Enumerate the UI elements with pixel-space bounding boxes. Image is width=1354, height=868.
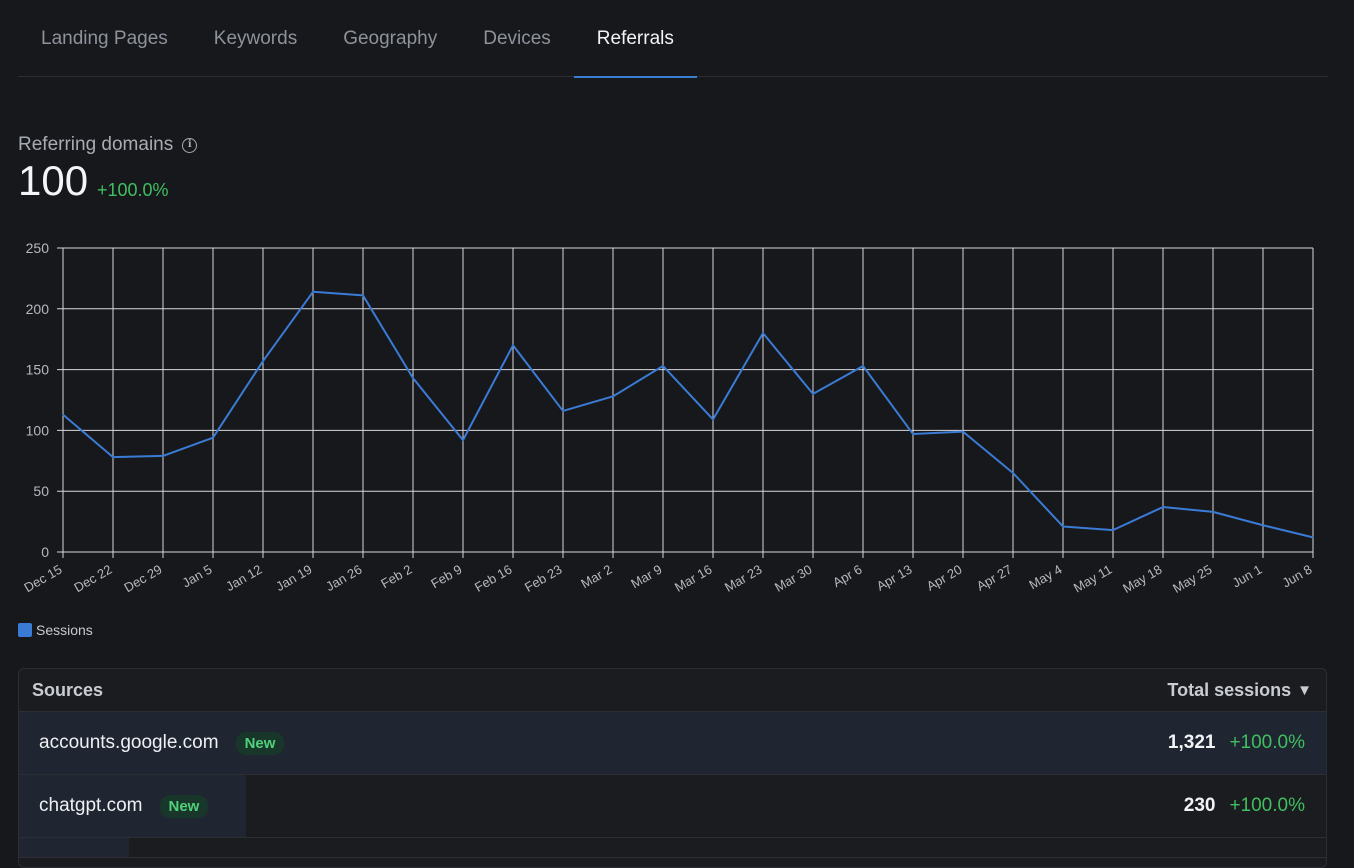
data-point — [312, 291, 314, 293]
y-tick-label: 100 — [26, 422, 50, 438]
source-name: accounts.google.com — [39, 732, 219, 753]
session-change: +100.0% — [1229, 795, 1305, 816]
data-point — [612, 395, 614, 397]
y-tick-label: 0 — [41, 544, 49, 560]
y-tick-label: 250 — [26, 240, 50, 256]
data-point — [912, 433, 914, 435]
y-tick-label: 200 — [26, 301, 50, 317]
column-header-sources: Sources — [32, 679, 104, 700]
metric-change: +100.0% — [97, 180, 169, 200]
x-tick-label: Jan 12 — [223, 562, 264, 595]
x-tick-label: Jan 19 — [273, 562, 314, 595]
x-tick-label: Feb 9 — [428, 562, 464, 592]
x-tick-label: Feb 2 — [378, 562, 414, 592]
session-count: 230 — [1183, 795, 1216, 816]
data-point — [512, 344, 514, 346]
x-tick-label: May 25 — [1170, 562, 1214, 596]
data-point — [662, 365, 664, 367]
x-tick-label: Mar 23 — [722, 562, 765, 595]
session-change: +100.0% — [1229, 732, 1305, 753]
x-tick-label: Dec 15 — [21, 562, 64, 596]
tab-devices[interactable]: Devices — [460, 0, 574, 77]
table-row[interactable]: chatgpt.com New 230 +100.0% — [19, 775, 1326, 838]
x-tick-label: Dec 22 — [71, 562, 114, 596]
x-tick-label: Dec 29 — [121, 562, 164, 596]
x-tick-label: Feb 23 — [522, 562, 565, 595]
series-line-sessions — [62, 290, 1314, 539]
data-point — [1162, 506, 1164, 508]
tab-referrals[interactable]: Referrals — [573, 0, 697, 78]
data-point — [262, 360, 264, 362]
data-point — [712, 418, 714, 420]
data-point — [412, 377, 414, 379]
data-point — [1212, 511, 1214, 513]
info-icon[interactable]: i — [182, 137, 198, 153]
new-badge: New — [235, 731, 285, 755]
x-tick-label: Mar 2 — [578, 562, 614, 592]
data-point — [62, 414, 64, 416]
share-bar — [19, 838, 129, 857]
session-count: 1,321 — [1167, 732, 1216, 753]
row-values: 1,321 +100.0% — [1168, 712, 1305, 774]
source-name: chatgpt.com — [39, 795, 143, 816]
data-point — [1012, 472, 1014, 474]
x-tick-label: Jan 5 — [179, 562, 214, 591]
x-tick-label: Apr 6 — [830, 562, 864, 591]
tab-bar: Landing Pages Keywords Geography Devices… — [18, 0, 1328, 78]
table-row[interactable] — [19, 838, 1326, 858]
x-tick-label: May 4 — [1026, 562, 1064, 593]
tab-keywords[interactable]: Keywords — [191, 0, 320, 77]
data-point — [162, 455, 164, 457]
legend-swatch — [18, 623, 32, 637]
x-tick-label: Jan 26 — [323, 562, 364, 595]
row-values: 230 +100.0% — [1184, 775, 1305, 837]
x-tick-label: Apr 27 — [974, 562, 1015, 594]
x-tick-label: Mar 16 — [672, 562, 715, 595]
data-point — [562, 410, 564, 412]
x-tick-label: May 18 — [1120, 562, 1164, 596]
data-point — [962, 431, 964, 433]
data-point — [1112, 529, 1114, 531]
x-tick-label: Feb 16 — [472, 562, 515, 595]
data-point — [862, 365, 864, 367]
sort-total-sessions-button[interactable]: Total sessions ▼ — [1167, 680, 1312, 701]
new-badge: New — [159, 794, 209, 818]
metric-value: 100 — [18, 157, 89, 204]
column-header-sessions: Total sessions — [1167, 679, 1292, 700]
metric-label-row: Referring domains i — [18, 134, 198, 156]
table-header: Sources Total sessions ▼ — [19, 669, 1326, 712]
x-tick-label: May 11 — [1071, 562, 1115, 596]
metric-label: Referring domains — [18, 134, 174, 155]
data-point — [1062, 525, 1064, 527]
x-tick-label: Mar 9 — [628, 562, 664, 592]
x-tick-label: Mar 30 — [772, 562, 815, 595]
sort-desc-icon: ▼ — [1297, 681, 1312, 699]
x-tick-label: Jun 1 — [1229, 562, 1264, 591]
table-row[interactable]: accounts.google.com New 1,321 +100.0% — [19, 712, 1326, 775]
data-point — [112, 456, 114, 458]
sessions-line-chart: 0 50 100 150 200 250 Dec 15 Dec 22 Dec 29 Jan 5 Ja… — [21, 240, 1314, 596]
tab-landing-pages[interactable]: Landing Pages — [18, 0, 191, 77]
x-tick-label: Jun 8 — [1279, 562, 1314, 591]
x-tick-label: Apr 13 — [874, 562, 915, 594]
data-point — [1262, 524, 1264, 526]
y-tick-label: 150 — [26, 362, 50, 378]
data-point — [462, 439, 464, 441]
data-point — [212, 437, 214, 439]
data-point — [1312, 536, 1314, 538]
sources-table: Sources Total sessions ▼ accounts.google… — [18, 668, 1327, 868]
data-point — [812, 393, 814, 395]
y-tick-label: 50 — [33, 483, 49, 499]
x-tick-label: Apr 20 — [924, 562, 965, 594]
data-point — [362, 294, 364, 296]
chart-legend[interactable]: Sessions — [18, 622, 93, 638]
data-point — [762, 332, 764, 334]
legend-label: Sessions — [36, 622, 93, 638]
tab-geography[interactable]: Geography — [320, 0, 460, 77]
